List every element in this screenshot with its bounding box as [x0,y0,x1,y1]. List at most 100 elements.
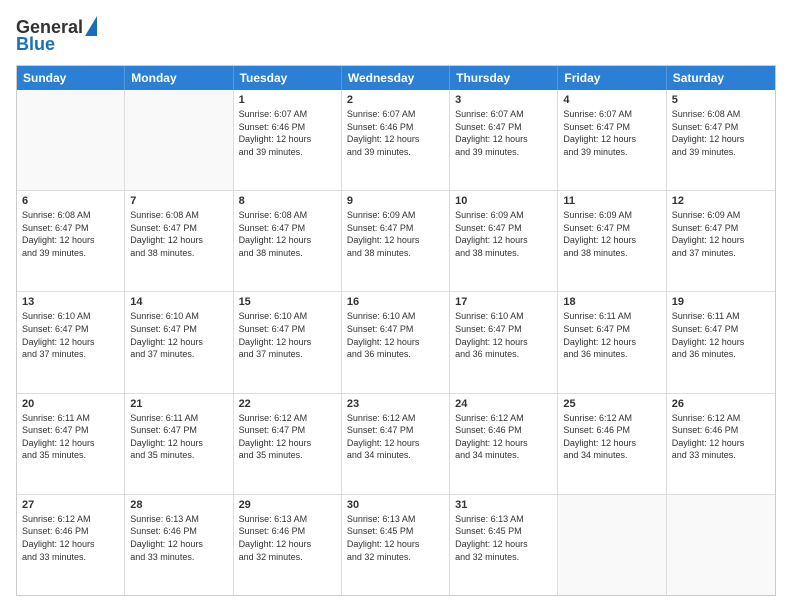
day-info: Sunrise: 6:12 AM Sunset: 6:46 PM Dayligh… [22,513,119,563]
day-number: 30 [347,499,444,511]
day-cell-1: 1 Sunrise: 6:07 AM Sunset: 6:46 PM Daylig… [234,90,342,190]
day-number: 21 [130,398,227,410]
day-cell-23: 23 Sunrise: 6:12 AM Sunset: 6:47 PM Dayli… [342,394,450,494]
day-info: Sunrise: 6:12 AM Sunset: 6:47 PM Dayligh… [347,412,444,462]
day-number: 7 [130,195,227,207]
day-info: Sunrise: 6:12 AM Sunset: 6:46 PM Dayligh… [672,412,770,462]
day-number: 19 [672,296,770,308]
day-header-thursday: Thursday [450,66,558,90]
day-header-wednesday: Wednesday [342,66,450,90]
day-number: 9 [347,195,444,207]
day-cell-10: 10 Sunrise: 6:09 AM Sunset: 6:47 PM Dayli… [450,191,558,291]
day-info: Sunrise: 6:13 AM Sunset: 6:46 PM Dayligh… [239,513,336,563]
day-cell-15: 15Sunrise: 6:10 AM Sunset: 6:47 PM Dayli… [234,292,342,392]
day-cell-30: 30 Sunrise: 6:13 AM Sunset: 6:45 PM Dayli… [342,495,450,595]
header: General Blue [16,16,776,55]
day-number: 28 [130,499,227,511]
empty-cell [125,90,233,190]
day-header-sunday: Sunday [17,66,125,90]
day-info: Sunrise: 6:13 AM Sunset: 6:45 PM Dayligh… [347,513,444,563]
day-info: Sunrise: 6:07 AM Sunset: 6:47 PM Dayligh… [563,108,660,158]
day-header-monday: Monday [125,66,233,90]
day-number: 11 [563,195,660,207]
day-number: 13 [22,296,119,308]
day-info: Sunrise: 6:09 AM Sunset: 6:47 PM Dayligh… [672,209,770,259]
day-number: 6 [22,195,119,207]
day-info: Sunrise: 6:11 AM Sunset: 6:47 PM Dayligh… [672,310,770,360]
day-cell-24: 24Sunrise: 6:12 AM Sunset: 6:46 PM Dayli… [450,394,558,494]
logo-blue: Blue [16,34,55,55]
day-cell-18: 18 Sunrise: 6:11 AM Sunset: 6:47 PM Dayli… [558,292,666,392]
day-number: 14 [130,296,227,308]
logo-triangle-icon [85,16,97,36]
calendar-header: SundayMondayTuesdayWednesdayThursdayFrid… [17,66,775,90]
day-cell-8: 8Sunrise: 6:08 AM Sunset: 6:47 PM Daylig… [234,191,342,291]
week-row-3: 13 Sunrise: 6:10 AM Sunset: 6:47 PM Dayli… [17,292,775,393]
day-cell-2: 2Sunrise: 6:07 AM Sunset: 6:46 PM Daylig… [342,90,450,190]
day-info: Sunrise: 6:09 AM Sunset: 6:47 PM Dayligh… [455,209,552,259]
day-info: Sunrise: 6:13 AM Sunset: 6:46 PM Dayligh… [130,513,227,563]
empty-cell [558,495,666,595]
day-number: 22 [239,398,336,410]
day-info: Sunrise: 6:11 AM Sunset: 6:47 PM Dayligh… [563,310,660,360]
day-info: Sunrise: 6:10 AM Sunset: 6:47 PM Dayligh… [347,310,444,360]
day-cell-20: 20 Sunrise: 6:11 AM Sunset: 6:47 PM Dayli… [17,394,125,494]
day-cell-11: 11 Sunrise: 6:09 AM Sunset: 6:47 PM Dayli… [558,191,666,291]
calendar: SundayMondayTuesdayWednesdayThursdayFrid… [16,65,776,596]
day-info: Sunrise: 6:09 AM Sunset: 6:47 PM Dayligh… [563,209,660,259]
week-row-2: 6 Sunrise: 6:08 AM Sunset: 6:47 PM Daylig… [17,191,775,292]
day-number: 1 [239,94,336,106]
day-cell-29: 29 Sunrise: 6:13 AM Sunset: 6:46 PM Dayli… [234,495,342,595]
day-header-saturday: Saturday [667,66,775,90]
day-info: Sunrise: 6:10 AM Sunset: 6:47 PM Dayligh… [130,310,227,360]
empty-cell [17,90,125,190]
day-info: Sunrise: 6:11 AM Sunset: 6:47 PM Dayligh… [22,412,119,462]
day-info: Sunrise: 6:07 AM Sunset: 6:46 PM Dayligh… [347,108,444,158]
day-info: Sunrise: 6:08 AM Sunset: 6:47 PM Dayligh… [22,209,119,259]
day-header-friday: Friday [558,66,666,90]
day-number: 16 [347,296,444,308]
day-info: Sunrise: 6:09 AM Sunset: 6:47 PM Dayligh… [347,209,444,259]
day-number: 29 [239,499,336,511]
logo: General Blue [16,16,97,55]
day-cell-13: 13 Sunrise: 6:10 AM Sunset: 6:47 PM Dayli… [17,292,125,392]
day-number: 17 [455,296,552,308]
empty-cell [667,495,775,595]
day-cell-21: 21Sunrise: 6:11 AM Sunset: 6:47 PM Dayli… [125,394,233,494]
week-row-5: 27 Sunrise: 6:12 AM Sunset: 6:46 PM Dayli… [17,495,775,595]
page: General Blue SundayMondayTuesdayWednesda… [0,0,792,612]
day-info: Sunrise: 6:07 AM Sunset: 6:47 PM Dayligh… [455,108,552,158]
day-info: Sunrise: 6:13 AM Sunset: 6:45 PM Dayligh… [455,513,552,563]
day-number: 10 [455,195,552,207]
day-info: Sunrise: 6:12 AM Sunset: 6:46 PM Dayligh… [563,412,660,462]
day-info: Sunrise: 6:12 AM Sunset: 6:47 PM Dayligh… [239,412,336,462]
day-cell-19: 19 Sunrise: 6:11 AM Sunset: 6:47 PM Dayli… [667,292,775,392]
day-cell-7: 7 Sunrise: 6:08 AM Sunset: 6:47 PM Daylig… [125,191,233,291]
day-info: Sunrise: 6:08 AM Sunset: 6:47 PM Dayligh… [672,108,770,158]
day-cell-3: 3Sunrise: 6:07 AM Sunset: 6:47 PM Daylig… [450,90,558,190]
day-cell-25: 25 Sunrise: 6:12 AM Sunset: 6:46 PM Dayli… [558,394,666,494]
day-number: 24 [455,398,552,410]
day-cell-28: 28 Sunrise: 6:13 AM Sunset: 6:46 PM Dayli… [125,495,233,595]
day-cell-17: 17Sunrise: 6:10 AM Sunset: 6:47 PM Dayli… [450,292,558,392]
day-number: 25 [563,398,660,410]
day-cell-16: 16 Sunrise: 6:10 AM Sunset: 6:47 PM Dayli… [342,292,450,392]
day-number: 27 [22,499,119,511]
day-cell-27: 27 Sunrise: 6:12 AM Sunset: 6:46 PM Dayli… [17,495,125,595]
day-cell-6: 6 Sunrise: 6:08 AM Sunset: 6:47 PM Daylig… [17,191,125,291]
day-info: Sunrise: 6:08 AM Sunset: 6:47 PM Dayligh… [130,209,227,259]
day-cell-31: 31Sunrise: 6:13 AM Sunset: 6:45 PM Dayli… [450,495,558,595]
day-number: 12 [672,195,770,207]
day-number: 20 [22,398,119,410]
day-number: 23 [347,398,444,410]
day-number: 4 [563,94,660,106]
day-cell-22: 22 Sunrise: 6:12 AM Sunset: 6:47 PM Dayli… [234,394,342,494]
day-header-tuesday: Tuesday [234,66,342,90]
day-info: Sunrise: 6:10 AM Sunset: 6:47 PM Dayligh… [22,310,119,360]
week-row-1: 1 Sunrise: 6:07 AM Sunset: 6:46 PM Daylig… [17,90,775,191]
calendar-body: 1 Sunrise: 6:07 AM Sunset: 6:46 PM Daylig… [17,90,775,595]
day-number: 18 [563,296,660,308]
day-info: Sunrise: 6:10 AM Sunset: 6:47 PM Dayligh… [239,310,336,360]
day-info: Sunrise: 6:07 AM Sunset: 6:46 PM Dayligh… [239,108,336,158]
day-number: 5 [672,94,770,106]
